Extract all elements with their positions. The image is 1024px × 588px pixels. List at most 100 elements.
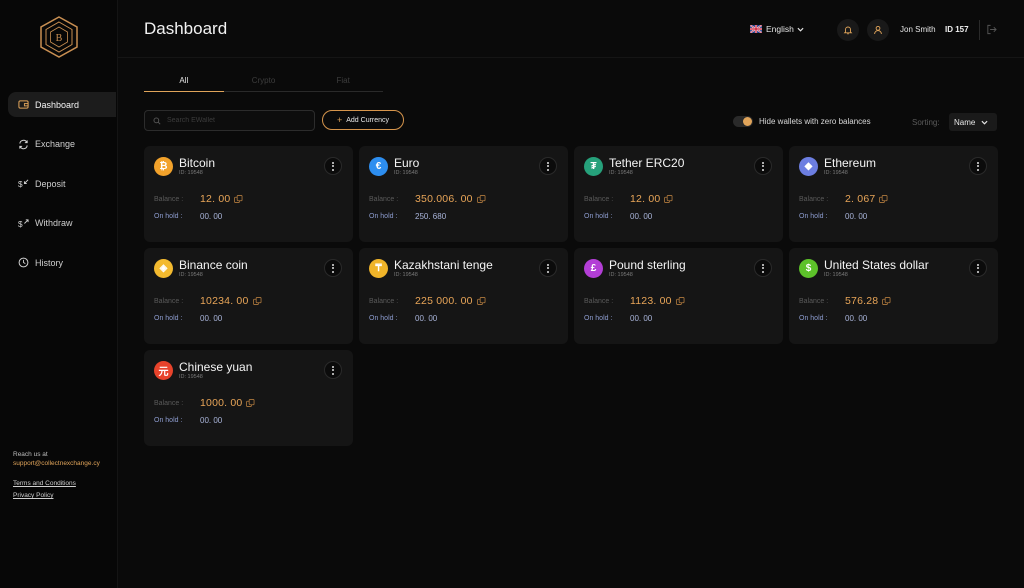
logo-icon[interactable]: B [39, 16, 79, 58]
wallet-name: Pound sterling [609, 258, 686, 272]
wallet-card[interactable]: 元 Chinese yuan ID: 19548 Balance : 1000.… [144, 350, 353, 446]
sidebar-item-label: Withdraw [35, 218, 73, 228]
wallet-card[interactable]: ◈ Binance coin ID: 19548 Balance : 10234… [144, 248, 353, 344]
sorting-select[interactable]: Name [949, 113, 997, 131]
user-name: Jon Smith [900, 25, 936, 34]
tab-all[interactable]: All [144, 76, 224, 92]
language-label: English [766, 24, 794, 34]
tab-fiat[interactable]: Fiat [303, 76, 383, 91]
user-icon [874, 25, 882, 35]
wallet-menu-button[interactable] [968, 157, 987, 175]
wallet-menu-button[interactable] [323, 361, 342, 379]
wallet-menu-button[interactable] [968, 259, 987, 277]
logout-icon[interactable] [986, 24, 997, 35]
exchange-icon [19, 139, 28, 149]
coins-icon [882, 297, 891, 305]
wallet-card[interactable]: ₸ Kazakhstani tenge ID: 19548 Balance : … [359, 248, 568, 344]
coins-icon [675, 297, 685, 305]
balance-row: Balance : 1000. 00 [154, 397, 255, 409]
binance-icon: ◈ [154, 259, 173, 278]
wallet-card[interactable]: ₿ Bitcoin ID: 19548 Balance : 12. 00 On … [144, 146, 353, 242]
wallet-id: ID: 19548 [179, 272, 203, 278]
sidebar: B Dashboard Exchange $ Deposit $ Withdra… [0, 0, 118, 588]
balance-label: Balance : [154, 399, 184, 407]
wallet-menu-button[interactable] [753, 259, 772, 277]
on-hold-row: On hold : 250. 680 [369, 212, 446, 221]
euro-icon: € [369, 157, 388, 176]
balance-row: Balance : 12. 00 [584, 193, 673, 205]
sidebar-item-dashboard[interactable]: Dashboard [8, 92, 116, 117]
wallet-menu-button[interactable] [753, 157, 772, 175]
coins-icon [252, 297, 261, 305]
sidebar-footer: Reach us at support@collectnexchange.cy … [13, 450, 100, 504]
wallet-card[interactable]: € Euro ID: 19548 Balance : 350.006. 00 O… [359, 146, 568, 242]
svg-text:$: $ [18, 220, 23, 229]
chevron-down-icon [981, 120, 988, 125]
wallet-card[interactable]: ◆ Ethereum ID: 19548 Balance : 2. 067 On… [789, 146, 998, 242]
plus-icon: + [336, 115, 343, 125]
balance-label: Balance : [369, 297, 399, 305]
sidebar-item-withdraw[interactable]: $ Withdraw [8, 211, 116, 236]
coins-icon [476, 297, 486, 305]
privacy-link[interactable]: Privacy Policy [13, 491, 100, 500]
wallet-menu-button[interactable] [323, 259, 342, 277]
hide-zero-toggle[interactable] [733, 116, 753, 127]
wallet-card[interactable]: $ United States dollar ID: 19548 Balance… [789, 248, 998, 344]
support-email-link[interactable]: support@collectnexchange.cy [13, 459, 100, 468]
tether-icon: ₮ [584, 157, 603, 176]
balance-label: Balance : [584, 297, 614, 305]
sidebar-item-history[interactable]: History [8, 250, 116, 275]
terms-link[interactable]: Terms and Conditions [13, 479, 100, 488]
notifications-button[interactable] [837, 19, 859, 41]
wallet-id: ID: 19548 [179, 170, 203, 176]
on-hold-value: 00. 00 [200, 314, 223, 323]
add-currency-button[interactable]: + Add Currency [322, 110, 404, 130]
on-hold-value: 00. 00 [845, 212, 868, 221]
sidebar-item-label: Dashboard [35, 99, 80, 110]
balance-row: Balance : 350.006. 00 [369, 193, 486, 205]
wallet-menu-button[interactable] [323, 157, 342, 175]
on-hold-label: On hold : [369, 315, 398, 322]
withdraw-icon: $ [18, 218, 29, 229]
deposit-icon: $ [18, 179, 29, 189]
clock-icon [18, 257, 29, 268]
wallet-id: ID: 19548 [394, 272, 418, 278]
reach-us-label: Reach us at [13, 451, 48, 458]
wallet-card[interactable]: ₮ Tether ERC20 ID: 19548 Balance : 12. 0… [574, 146, 783, 242]
language-selector[interactable]: English [750, 24, 804, 34]
on-hold-label: On hold : [799, 213, 828, 220]
balance-row: Balance : 10234. 00 [154, 295, 262, 307]
logo-letter: B [56, 33, 63, 44]
bell-icon [843, 26, 853, 35]
on-hold-value: 00. 00 [200, 416, 223, 425]
balance-row: Balance : 12. 00 [154, 193, 243, 205]
wallet-card[interactable]: £ Pound sterling ID: 19548 Balance : 112… [574, 248, 783, 344]
on-hold-row: On hold : 00. 00 [154, 416, 222, 425]
svg-text:$: $ [18, 180, 23, 189]
wallet-name: United States dollar [824, 258, 929, 272]
on-hold-label: On hold : [154, 315, 183, 322]
sidebar-item-deposit[interactable]: $ Deposit [8, 171, 116, 196]
on-hold-row: On hold : 00. 00 [799, 212, 867, 221]
balance-row: Balance : 2. 067 [799, 193, 888, 205]
on-hold-label: On hold : [154, 417, 183, 424]
on-hold-label: On hold : [584, 213, 613, 220]
wallet-icon [18, 100, 29, 109]
sidebar-nav: Dashboard Exchange $ Deposit $ Withdraw … [8, 92, 116, 290]
balance-value: 2. 067 [845, 193, 876, 205]
tab-crypto[interactable]: Crypto [224, 76, 304, 91]
balance-label: Balance : [799, 195, 829, 203]
user-id: ID 157 [945, 25, 969, 34]
sidebar-item-exchange[interactable]: Exchange [8, 132, 116, 157]
on-hold-label: On hold : [799, 315, 828, 322]
balance-label: Balance : [799, 297, 829, 305]
wallet-id: ID: 19548 [609, 170, 633, 176]
wallet-name: Ethereum [824, 156, 877, 170]
coins-icon [664, 195, 673, 203]
search-input[interactable] [167, 117, 307, 124]
on-hold-value: 00. 00 [845, 314, 868, 323]
wallet-menu-button[interactable] [538, 259, 557, 277]
balance-label: Balance : [584, 195, 614, 203]
wallet-menu-button[interactable] [538, 157, 557, 175]
profile-button[interactable] [867, 19, 889, 41]
